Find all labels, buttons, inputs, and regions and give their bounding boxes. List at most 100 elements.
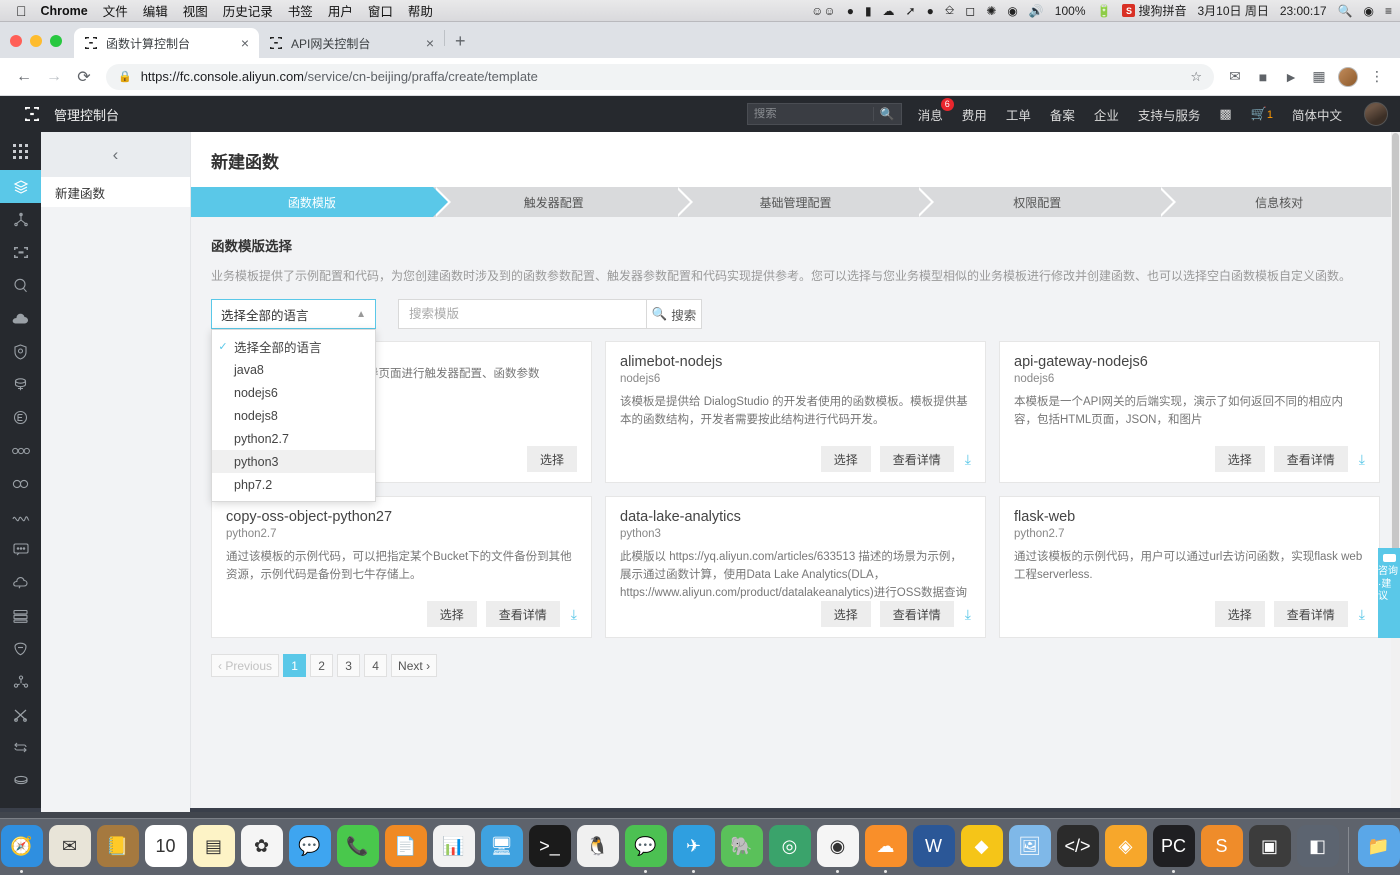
terminal-icon[interactable]: ▩ [1219,106,1231,122]
select-button[interactable]: 选择 [820,446,871,472]
rail-item-database[interactable] [0,599,41,632]
rail-item-storage[interactable] [0,368,41,401]
fc-logo-icon[interactable] [22,104,42,124]
download-icon[interactable]: ⤓ [569,606,577,623]
rail-item-cloud[interactable] [0,302,41,335]
dropdown-option-python27[interactable]: python2.7 [212,427,375,450]
select-button[interactable]: 选择 [1214,601,1265,627]
dock-item-code-editor[interactable]: </> [1056,825,1100,873]
grid-extension-icon[interactable]: ▦ [1306,64,1332,90]
language-switcher[interactable]: 简体中文 [1292,105,1342,124]
download-icon[interactable]: ⤓ [1357,606,1365,623]
dock-item-dingtalk[interactable]: ◎ [768,825,812,873]
template-search-button[interactable]: 🔍 搜索 [646,299,702,329]
rail-item-cloud-monitor[interactable] [0,566,41,599]
rail-item-message[interactable] [0,533,41,566]
rocket-status-icon[interactable]: ➚ [906,4,916,18]
address-bar[interactable]: 🔒 https://fc.console.aliyun.com/service/… [106,63,1214,90]
dropdown-option-php72[interactable]: php7.2 [212,473,375,496]
pagination-page-3[interactable]: 3 [337,654,361,677]
rail-item-scissors[interactable] [0,698,41,731]
template-search-input[interactable] [398,299,646,329]
kebab-menu-icon[interactable]: ⋮ [1364,64,1390,90]
dock-item-sketch[interactable]: ◈ [1104,825,1148,873]
shield-status-icon[interactable]: ⎒ [945,3,954,18]
pagination-previous[interactable]: ‹ Previous [211,654,280,677]
dock-item-telegram[interactable]: ✈ [672,825,716,873]
download-icon[interactable]: ⤓ [963,451,971,468]
template-card[interactable]: alimebot-nodejs nodejs6 该模板是提供给 DialogSt… [605,341,986,483]
menu-window[interactable]: 窗口 [368,1,393,20]
language-dropdown-menu[interactable]: ✓ 选择全部的语言 java8 nodejs6 nodejs8 python2.… [211,329,376,502]
sidebar-back-button[interactable]: ‹ [41,132,190,177]
page-scrollbar[interactable] [1391,132,1400,808]
template-card[interactable]: data-lake-analytics python3 此模版以 https:/… [605,496,986,638]
rail-item-package[interactable] [0,764,41,797]
rail-item-security-shield[interactable] [0,335,41,368]
menu-chrome[interactable]: Chrome [41,4,88,18]
chevron-up-icon[interactable]: ▲ [356,309,366,320]
dock-item-preview[interactable]: 🖼 [1008,825,1052,873]
browser-profile-avatar[interactable] [1338,66,1358,87]
step-permission-config[interactable]: 权限配置 [916,187,1176,217]
details-button[interactable]: 查看详情 [485,601,560,627]
new-tab-button[interactable]: + [445,31,476,58]
download-icon[interactable]: ⤓ [1357,451,1365,468]
template-card[interactable]: flask-web python2.7 通过该模板的示例代码，用户可以通过url… [999,496,1380,638]
rail-item-billing[interactable] [0,401,41,434]
apple-menu-icon[interactable]:  [16,4,27,18]
rail-item-ecs[interactable] [0,203,41,236]
template-card[interactable]: copy-oss-object-python27 python2.7 通过该模板… [211,496,592,638]
nav-link-icp[interactable]: 备案 [1050,105,1075,124]
select-button[interactable]: 选择 [820,601,871,627]
rail-item-link[interactable] [0,467,41,500]
volume-status-icon[interactable]: 🔊 [1029,4,1044,18]
step-basic-config[interactable]: 基础管理配置 [674,187,935,217]
sidebar-item-new-function[interactable]: 新建函数 [41,177,190,207]
console-search[interactable]: 🔍 [746,103,902,125]
dock-item-tool-a[interactable]: ◧ [1296,825,1340,873]
dock-item-safari[interactable]: 🧭 [0,825,44,873]
dock-item-contacts[interactable]: 📒 [96,825,140,873]
select-button[interactable]: 选择 [426,601,477,627]
siri-icon[interactable]: ◉ [1364,4,1374,18]
reload-icon[interactable]: ⟳ [70,63,98,91]
nav-link-billing[interactable]: 费用 [962,105,987,124]
pagination-page-4[interactable]: 4 [364,654,388,677]
dropdown-option-java8[interactable]: java8 [212,358,375,381]
dock-item-sublime[interactable]: S [1200,825,1244,873]
browser-tab-2[interactable]: API网关控制台 × [259,28,444,58]
rail-item-dns[interactable] [0,434,41,467]
step-review[interactable]: 信息核对 [1158,187,1400,217]
dock-item-pycharm[interactable]: PC [1152,825,1196,873]
nav-link-enterprise[interactable]: 企业 [1094,105,1119,124]
dock-item-keynote[interactable]: 🖥 [480,825,524,873]
dock-item-terminal[interactable]: >_ [528,825,572,873]
apps-grid-icon[interactable] [0,132,41,170]
dock-item-numbers[interactable]: 📊 [432,825,476,873]
dock-item-word[interactable]: W [912,825,956,873]
download-icon[interactable]: ⤓ [963,606,971,623]
step-function-template[interactable]: 函数模版 [191,187,451,217]
dock-item-calendar[interactable]: 10 [144,825,188,873]
details-button[interactable]: 查看详情 [1273,601,1348,627]
input-method-status[interactable]: S 搜狗拼音 [1122,2,1186,19]
template-card[interactable]: api-gateway-nodejs6 nodejs6 本模板是一个API网关的… [999,341,1380,483]
cart-icon[interactable]: 🛒1 [1251,106,1273,122]
rail-item-container[interactable] [0,236,41,269]
dock-item-evernote[interactable]: 🐘 [720,825,764,873]
dock-item-photos[interactable]: ✿ [240,825,284,873]
menu-history[interactable]: 历史记录 [223,1,273,20]
dropdown-option-all[interactable]: ✓ 选择全部的语言 [212,335,375,358]
dock-item-xmind[interactable]: ◆ [960,825,1004,873]
nav-link-tickets[interactable]: 工单 [1006,105,1031,124]
details-button[interactable]: 查看详情 [879,601,954,627]
window-zoom-button[interactable] [50,35,62,47]
battery-percent-label[interactable]: 100% [1055,4,1086,18]
rail-item-node-graph[interactable] [0,665,41,698]
menu-view[interactable]: 视图 [183,1,208,20]
cloud-status-icon[interactable]: ☁ [883,4,895,18]
bookmark-star-icon[interactable]: ☆ [1190,69,1202,85]
pagination-page-1[interactable]: 1 [283,654,307,677]
page-scrollbar-thumb[interactable] [1392,133,1399,563]
